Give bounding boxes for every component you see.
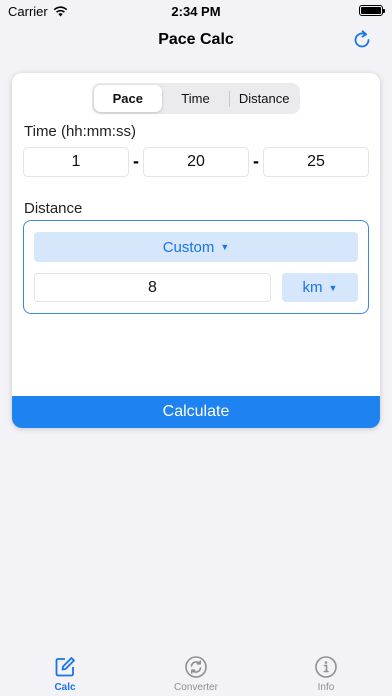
time-separator: - [133, 151, 139, 171]
tab-converter[interactable]: Converter [156, 655, 236, 693]
time-separator: - [253, 151, 259, 171]
time-inputs: 1 - 20 - 25 [23, 146, 370, 177]
refresh-icon[interactable] [350, 28, 374, 52]
unit-dropdown[interactable]: km ▼ [282, 273, 358, 302]
calculate-button[interactable]: Calculate [12, 396, 380, 428]
time-label: Time (hh:mm:ss) [24, 123, 136, 140]
segment-distance[interactable]: Distance [230, 85, 298, 112]
calc-card: Pace Time Distance Time (hh:mm:ss) 1 - 2… [12, 73, 380, 428]
tab-converter-label: Converter [174, 682, 218, 693]
distance-label: Distance [24, 200, 83, 217]
tab-info-label: Info [317, 682, 335, 693]
edit-icon [55, 657, 75, 677]
tab-info[interactable]: Info [286, 655, 366, 693]
page-title: Pace Calc [158, 31, 234, 48]
minutes-field[interactable]: 20 [143, 146, 249, 177]
seconds-field[interactable]: 25 [263, 146, 369, 177]
tab-calc[interactable]: Calc [25, 655, 105, 693]
battery-icon [359, 5, 385, 16]
distance-value-field[interactable]: 8 [34, 273, 271, 302]
hours-field[interactable]: 1 [23, 146, 129, 177]
distance-group: Custom ▼ 8 km ▼ [23, 220, 369, 314]
distance-preset-dropdown[interactable]: Custom ▼ [34, 232, 358, 262]
status-time: 2:34 PM [171, 4, 221, 19]
caret-down-icon: ▼ [220, 242, 230, 252]
segment-pace[interactable]: Pace [94, 85, 162, 112]
unit-label: km [302, 279, 323, 296]
convert-icon [185, 656, 207, 678]
caret-down-icon: ▼ [328, 282, 338, 293]
segment-time[interactable]: Time [162, 85, 230, 112]
info-icon [315, 656, 337, 678]
mode-segmented-control: Pace Time Distance [92, 83, 300, 114]
distance-preset-label: Custom [162, 238, 215, 256]
status-bar: Carrier 2:34 PM [0, 0, 392, 22]
tab-bar: Calc Converter Info [0, 649, 392, 696]
tab-calc-label: Calc [54, 682, 76, 693]
